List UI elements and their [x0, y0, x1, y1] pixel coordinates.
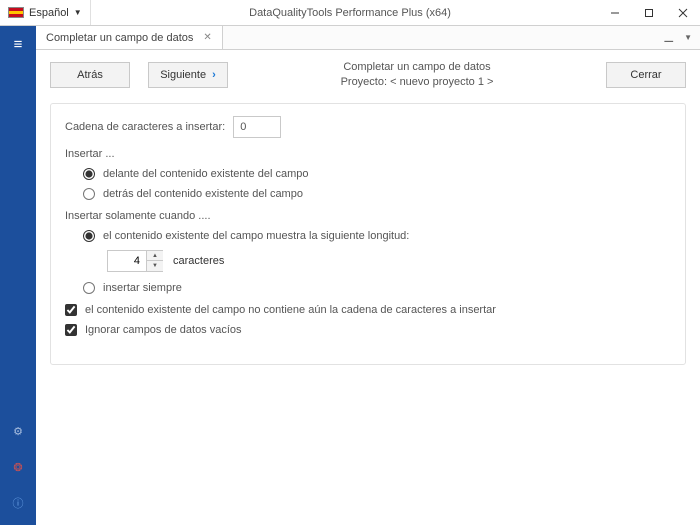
- radio-after-input[interactable]: [83, 188, 95, 200]
- window-controls: [598, 0, 700, 26]
- radio-always-input[interactable]: [83, 282, 95, 294]
- checkbox-not-contains[interactable]: el contenido existente del campo no cont…: [65, 304, 671, 316]
- next-button[interactable]: Siguiente›: [148, 62, 228, 88]
- gear-icon: ⚙: [13, 425, 23, 438]
- close-button[interactable]: Cerrar: [606, 62, 686, 88]
- spinner-down-icon[interactable]: ▼: [147, 261, 163, 271]
- length-spinner[interactable]: ▲ ▼: [107, 250, 163, 272]
- lifebuoy-icon: ❂: [13, 461, 22, 474]
- project-line: Proyecto: < nuevo proyecto 1 >: [246, 75, 588, 90]
- toolbar: Atrás Siguiente› Completar un campo de d…: [50, 60, 686, 91]
- minimize-button[interactable]: [598, 0, 632, 26]
- info-icon: ⓘ: [13, 495, 24, 511]
- language-selector[interactable]: Español ▼: [0, 0, 91, 25]
- checkbox-ignore-empty[interactable]: Ignorar campos de datos vacíos: [65, 324, 671, 336]
- insert-string-label: Cadena de caracteres a insertar:: [65, 121, 225, 133]
- insert-section-label: Insertar ...: [65, 148, 671, 160]
- info-button[interactable]: ⓘ: [4, 489, 32, 517]
- close-window-button[interactable]: [666, 0, 700, 26]
- chevron-right-icon: ›: [212, 69, 216, 81]
- tabstrip: Completar un campo de datos ✕ ⚊ ▼: [36, 26, 700, 50]
- pin-icon[interactable]: ⚊: [663, 31, 674, 45]
- insert-string-input[interactable]: [233, 116, 281, 138]
- form-panel: Cadena de caracteres a insertar: Inserta…: [50, 103, 686, 365]
- back-button[interactable]: Atrás: [50, 62, 130, 88]
- toolbar-heading: Completar un campo de datos Proyecto: < …: [246, 60, 588, 91]
- flag-spain-icon: [8, 7, 24, 18]
- titlebar: Español ▼ DataQualityTools Performance P…: [0, 0, 700, 26]
- tab-menu-icon[interactable]: ▼: [684, 33, 692, 42]
- spinner-up-icon[interactable]: ▲: [147, 251, 163, 262]
- tab-label: Completar un campo de datos: [46, 32, 193, 44]
- length-input[interactable]: [108, 251, 146, 271]
- radio-before[interactable]: delante del contenido existente del camp…: [83, 168, 671, 180]
- language-label: Español: [29, 7, 69, 19]
- menu-button[interactable]: ≡: [4, 30, 32, 58]
- checkbox-not-contains-input[interactable]: [65, 304, 77, 316]
- radio-length-input[interactable]: [83, 230, 95, 242]
- length-unit: caracteres: [173, 255, 224, 267]
- content-area: Atrás Siguiente› Completar un campo de d…: [36, 50, 700, 525]
- sidebar: ≡ ⚙ ❂ ⓘ: [0, 26, 36, 525]
- radio-length[interactable]: el contenido existente del campo muestra…: [83, 230, 671, 242]
- app-title: DataQualityTools Performance Plus (x64): [249, 7, 451, 19]
- hamburger-icon: ≡: [14, 37, 23, 52]
- maximize-button[interactable]: [632, 0, 666, 26]
- close-icon[interactable]: ✕: [203, 32, 211, 43]
- tab-complete-field[interactable]: Completar un campo de datos ✕: [36, 26, 223, 49]
- page-title: Completar un campo de datos: [246, 60, 588, 75]
- chevron-down-icon: ▼: [74, 8, 82, 17]
- radio-before-input[interactable]: [83, 168, 95, 180]
- help-button[interactable]: ❂: [4, 453, 32, 481]
- settings-button[interactable]: ⚙: [4, 417, 32, 445]
- radio-always[interactable]: insertar siempre: [83, 282, 671, 294]
- checkbox-ignore-empty-input[interactable]: [65, 324, 77, 336]
- when-section-label: Insertar solamente cuando ....: [65, 210, 671, 222]
- radio-after[interactable]: detrás del contenido existente del campo: [83, 188, 671, 200]
